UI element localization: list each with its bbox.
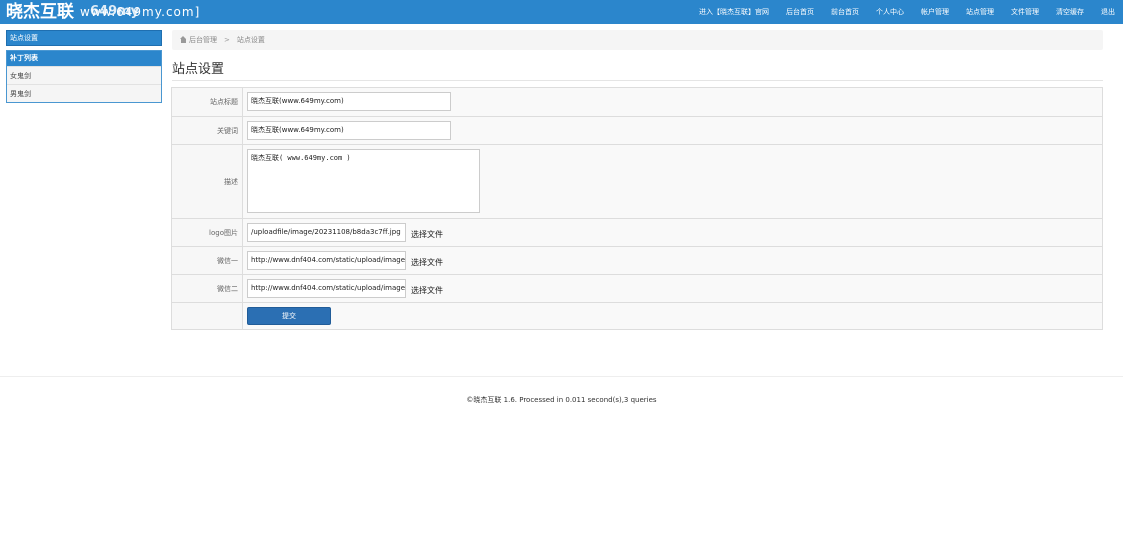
nav-profile[interactable]: 个人中心 <box>876 7 904 17</box>
site-title-input[interactable]: 晓杰互联(www.649my.com) <box>247 92 451 111</box>
settings-form: 站点标题 晓杰互联(www.649my.com) 关键词 晓杰互联(www.64… <box>171 87 1103 330</box>
logo-path-input[interactable]: /uploadfile/image/20231108/b8da3c7ff.jpg <box>247 223 406 242</box>
nav-account[interactable]: 帐户管理 <box>921 7 949 17</box>
form-row-submit: 提交 <box>172 302 1102 329</box>
sidebar-item-female-slayer[interactable]: 女鬼剑 <box>7 66 161 84</box>
breadcrumb-home[interactable]: 后台管理 <box>189 36 217 44</box>
wechat2-label: 微信二 <box>172 275 243 302</box>
description-label: 描述 <box>172 145 243 218</box>
submit-row-label <box>172 303 243 329</box>
wechat2-path-input[interactable]: http://www.dnf404.com/static/upload/imag… <box>247 279 406 298</box>
footer-divider <box>0 376 1123 377</box>
nav-site-manage[interactable]: 站点管理 <box>966 7 994 17</box>
wechat1-choose-file-button[interactable]: 选择文件 <box>411 257 443 268</box>
form-row-keywords: 关键词 晓杰互联(www.649my.com) <box>172 116 1102 144</box>
logo-label: logo图片 <box>172 219 243 246</box>
form-row-description: 描述 晓杰互联( www.649my.com ) <box>172 144 1102 218</box>
nav-clear-cache[interactable]: 清空缓存 <box>1056 7 1084 17</box>
breadcrumb-current: 站点设置 <box>236 36 265 44</box>
nav-logout[interactable]: 退出 <box>1101 7 1115 17</box>
breadcrumb: 后台管理 > 站点设置 <box>172 30 1103 50</box>
home-icon <box>180 36 187 43</box>
footer-text: ©晓杰互联 1.6. Processed in 0.011 second(s),… <box>466 396 657 404</box>
form-row-site-title: 站点标题 晓杰互联(www.649my.com) <box>172 88 1102 116</box>
keywords-input[interactable]: 晓杰互联(www.649my.com) <box>247 121 451 140</box>
nav-admin-home[interactable]: 后台首页 <box>786 7 814 17</box>
keywords-label: 关键词 <box>172 117 243 144</box>
sidebar-group-title[interactable]: 补丁列表 <box>7 51 161 66</box>
sidebar-item-site-settings[interactable]: 站点设置 <box>6 30 162 46</box>
form-row-logo: logo图片 /uploadfile/image/20231108/b8da3c… <box>172 218 1102 246</box>
wechat2-choose-file-button[interactable]: 选择文件 <box>411 285 443 296</box>
nav-official-site[interactable]: 进入【晓杰互联】官网 <box>699 7 769 17</box>
breadcrumb-separator: > <box>224 36 230 44</box>
nav-front-home[interactable]: 前台首页 <box>831 7 859 17</box>
wechat1-label: 微信一 <box>172 247 243 274</box>
sidebar: 站点设置 补丁列表 女鬼剑 男鬼剑 <box>6 30 162 103</box>
top-nav: 进入【晓杰互联】官网 后台首页 前台首页 个人中心 帐户管理 站点管理 文件管理… <box>682 0 1115 24</box>
sidebar-item-male-slayer[interactable]: 男鬼剑 <box>7 84 161 102</box>
form-row-wechat1: 微信一 http://www.dnf404.com/static/upload/… <box>172 246 1102 274</box>
brand-overlay-text: 649my <box>90 4 140 19</box>
site-title-label: 站点标题 <box>172 88 243 116</box>
brand-name: 晓杰互联 <box>6 2 74 22</box>
page-title: 站点设置 <box>172 62 225 77</box>
title-divider <box>172 80 1103 81</box>
submit-button[interactable]: 提交 <box>247 307 331 325</box>
nav-file-manage[interactable]: 文件管理 <box>1011 7 1039 17</box>
form-row-wechat2: 微信二 http://www.dnf404.com/static/upload/… <box>172 274 1102 302</box>
logo-choose-file-button[interactable]: 选择文件 <box>411 229 443 240</box>
wechat1-path-input[interactable]: http://www.dnf404.com/static/upload/imag… <box>247 251 406 270</box>
top-bar: www.649my.com] 649my 晓杰互联 进入【晓杰互联】官网 后台首… <box>0 0 1123 24</box>
sidebar-group-patches: 补丁列表 女鬼剑 男鬼剑 <box>6 50 162 103</box>
description-textarea[interactable]: 晓杰互联( www.649my.com ) <box>247 149 480 213</box>
